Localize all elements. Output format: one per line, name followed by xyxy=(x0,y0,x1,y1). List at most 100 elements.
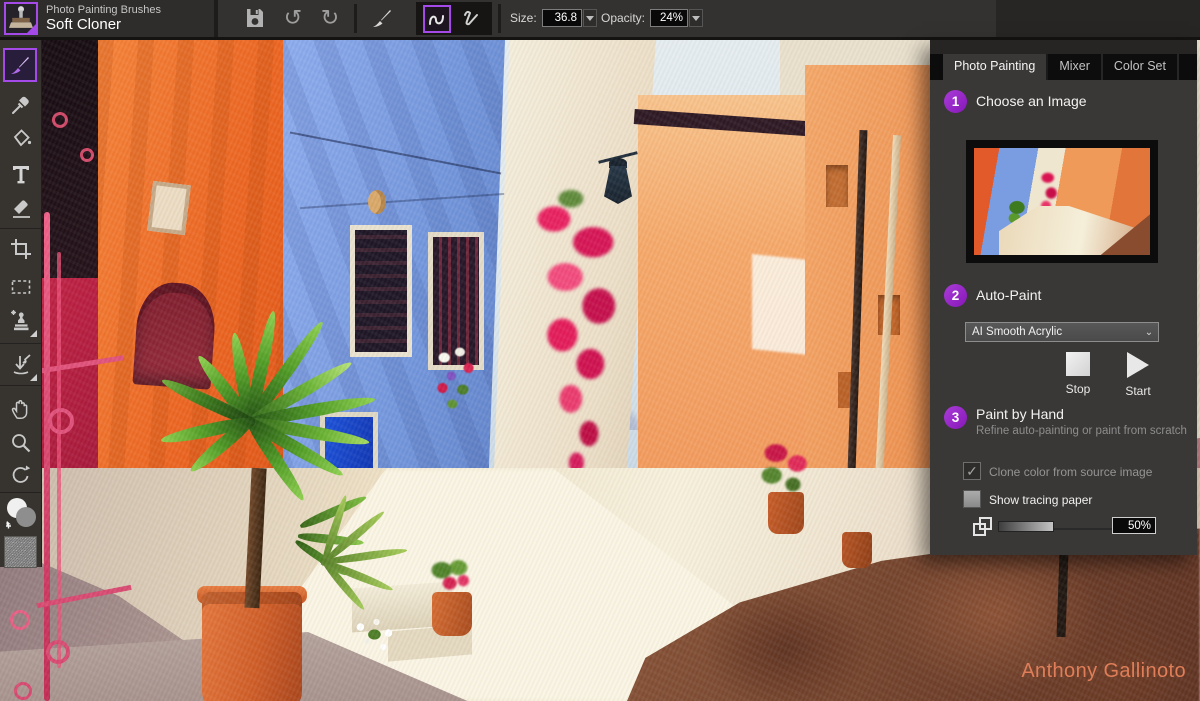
tracing-opacity-value[interactable]: 50% xyxy=(1112,517,1156,534)
artist-watermark: Anthony Gallinoto xyxy=(1021,660,1186,683)
step-3-subtitle: Refine auto-painting or paint from scrat… xyxy=(976,425,1187,437)
eraser-icon xyxy=(9,196,33,220)
clone-icon xyxy=(9,309,33,333)
stop-button[interactable]: Stop xyxy=(1052,352,1104,396)
opacity-input[interactable]: 24% xyxy=(650,9,688,27)
source-image-thumbnail[interactable] xyxy=(966,140,1158,263)
redo-icon: ↻ xyxy=(321,5,339,30)
toolbar-separator xyxy=(354,4,357,33)
color-swap-control[interactable] xyxy=(2,496,40,532)
save-icon xyxy=(244,7,266,29)
hand-icon xyxy=(9,397,33,421)
step-1-title: Choose an Image xyxy=(976,93,1087,109)
tab-color-set[interactable]: Color Set xyxy=(1103,54,1179,80)
toolbar-separator xyxy=(498,4,501,33)
tracing-paper-checkbox[interactable] xyxy=(963,490,981,508)
scene-flower-box xyxy=(428,340,486,420)
brush-category-icon[interactable] xyxy=(4,2,38,35)
brush-category-label: Photo Painting Brushes xyxy=(46,4,161,17)
scene-window xyxy=(826,165,848,207)
zoom-icon xyxy=(9,431,33,455)
redo-button[interactable]: ↻ xyxy=(316,4,344,32)
tool-paint-bucket[interactable] xyxy=(4,122,38,156)
scene-pot xyxy=(842,532,872,568)
brush-tool-icon xyxy=(8,53,32,77)
toolbox-divider xyxy=(0,343,42,344)
tracing-paper-label: Show tracing paper xyxy=(989,493,1092,507)
scene-bougainvillea xyxy=(512,190,652,480)
autopaint-style-dropdown[interactable]: AI Smooth Acrylic ⌄ xyxy=(965,322,1159,342)
toolbox-divider xyxy=(0,385,42,386)
panel-body: 1 Choose an Image 2 Auto-Paint AI Smooth… xyxy=(930,80,1197,555)
scene-iron-curl xyxy=(52,112,68,128)
tool-text[interactable] xyxy=(4,157,38,191)
tool-eraser[interactable] xyxy=(4,191,38,225)
size-label: Size: xyxy=(510,11,537,25)
clone-color-checkbox[interactable]: ✓ xyxy=(963,462,981,480)
panel-tabs: Photo Painting Mixer Color Set xyxy=(930,54,1197,80)
start-icon xyxy=(1127,352,1149,378)
tracing-opacity-slider-fill[interactable] xyxy=(998,521,1054,532)
clone-color-label: Clone color from source image xyxy=(989,465,1152,479)
tool-clone-stamp[interactable] xyxy=(4,304,38,338)
step-1-badge: 1 xyxy=(944,90,967,113)
scene-iron-curl xyxy=(80,148,94,162)
dropdown-arrow-icon xyxy=(692,16,700,21)
tracing-paper-icon xyxy=(973,517,995,539)
scene-fern xyxy=(290,488,430,608)
size-input[interactable]: 36.8 xyxy=(542,9,582,27)
dropdown-chevron-icon: ⌄ xyxy=(1140,327,1158,338)
autopaint-style-value: AI Smooth Acrylic xyxy=(966,326,1140,338)
paper-texture-swatch[interactable] xyxy=(4,536,37,568)
brush-mode-button[interactable] xyxy=(368,4,396,32)
color-swap-icon xyxy=(2,496,40,532)
step-3-badge: 3 xyxy=(944,406,967,429)
size-dropdown-button[interactable] xyxy=(583,9,597,27)
brush-selector[interactable]: Photo Painting Brushes Soft Cloner xyxy=(0,0,218,37)
stroke-style-group xyxy=(416,2,492,35)
tool-brush[interactable] xyxy=(3,48,37,82)
tool-magnifier[interactable] xyxy=(4,426,38,460)
scene-pot xyxy=(432,592,472,636)
tool-mirror-paint[interactable] xyxy=(4,348,38,382)
step-2-badge: 2 xyxy=(944,284,967,307)
dropper-icon xyxy=(9,93,33,117)
straight-stroke-button[interactable] xyxy=(457,5,485,33)
toolbox-divider xyxy=(0,228,42,229)
save-button[interactable] xyxy=(241,4,269,32)
brush-name-label: Soft Cloner xyxy=(46,16,161,33)
start-button[interactable]: Start xyxy=(1112,352,1164,398)
tab-mixer[interactable]: Mixer xyxy=(1048,54,1103,80)
top-toolbar: Photo Painting Brushes Soft Cloner ↺ ↻ xyxy=(0,0,1200,40)
crop-icon xyxy=(9,237,33,261)
painter-app: Anthony Gallinoto Photo Painting Brushes… xyxy=(0,0,1200,701)
mirror-paint-icon xyxy=(9,353,33,377)
straight-stroke-icon xyxy=(461,9,481,29)
undo-button[interactable]: ↺ xyxy=(279,4,307,32)
undo-icon: ↺ xyxy=(284,5,302,30)
rotate-icon xyxy=(9,463,33,487)
stamp-icon xyxy=(6,4,36,33)
toolbar-right-filler xyxy=(996,0,1200,37)
freehand-stroke-icon xyxy=(427,9,447,29)
scene-ornament xyxy=(368,190,386,214)
source-image-preview xyxy=(974,148,1150,255)
step-3-title: Paint by Hand xyxy=(976,406,1064,422)
tool-dropper[interactable] xyxy=(4,88,38,122)
dropdown-arrow-icon xyxy=(586,16,594,21)
tool-hand[interactable] xyxy=(4,392,38,426)
freehand-stroke-button[interactable] xyxy=(423,5,451,33)
stop-label: Stop xyxy=(1052,382,1104,396)
opacity-label: Opacity: xyxy=(601,11,645,25)
tool-rotate-page[interactable] xyxy=(4,458,38,492)
scene-pot xyxy=(768,492,804,534)
scene-plaque xyxy=(147,181,191,235)
step-2-title: Auto-Paint xyxy=(976,287,1041,303)
toolbox-divider xyxy=(0,492,42,493)
tab-photo-painting[interactable]: Photo Painting xyxy=(943,54,1048,80)
tool-rect-select[interactable] xyxy=(4,270,38,304)
text-icon xyxy=(9,162,33,186)
opacity-dropdown-button[interactable] xyxy=(689,9,703,27)
tool-crop[interactable] xyxy=(4,232,38,266)
photo-painting-panel: Photo Painting Mixer Color Set 1 Choose … xyxy=(930,40,1197,555)
